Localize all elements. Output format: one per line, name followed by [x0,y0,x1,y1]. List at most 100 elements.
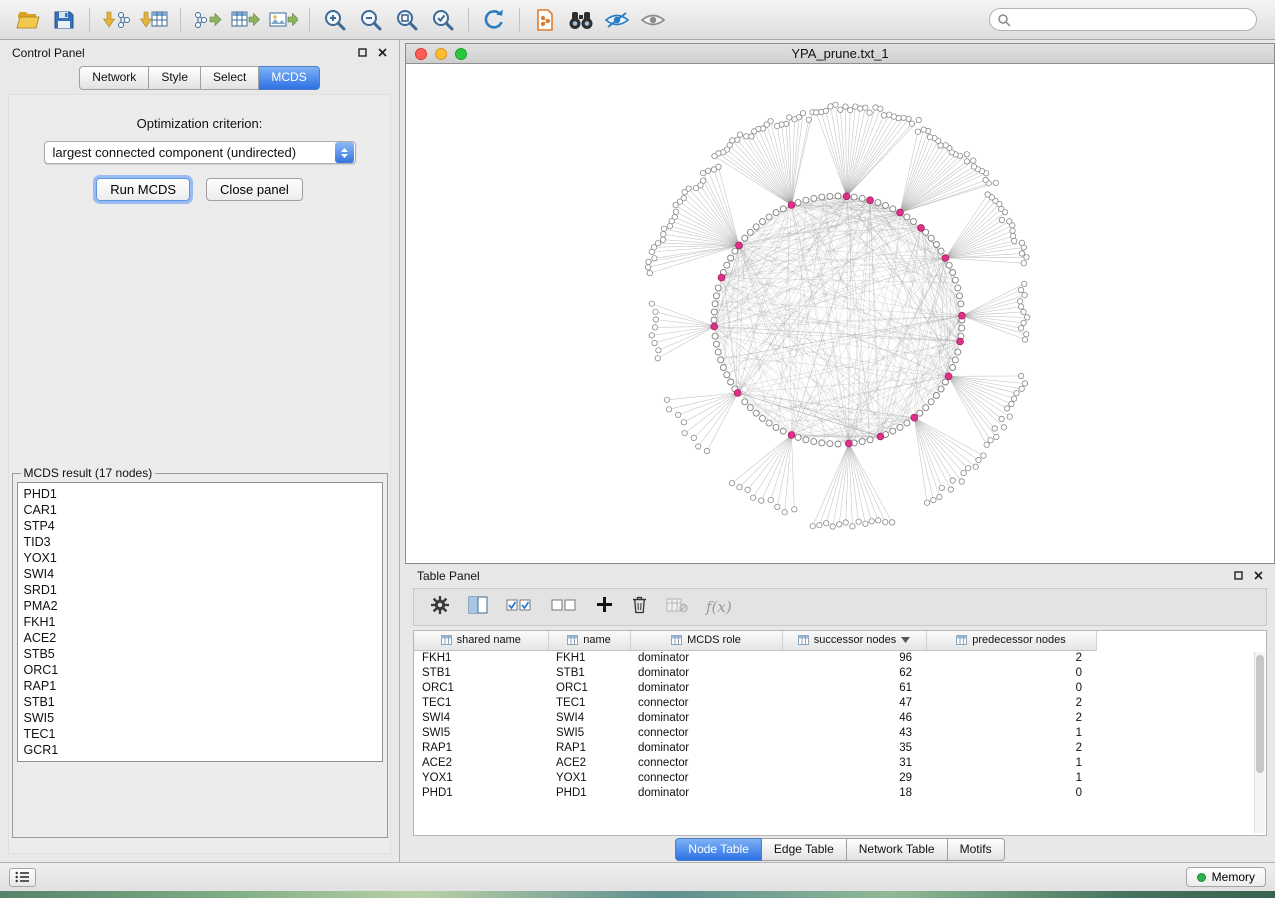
run-mcds-button[interactable]: Run MCDS [96,178,190,201]
network-window-title: YPA_prune.txt_1 [406,46,1274,61]
mcds-result-item[interactable]: RAP1 [24,678,376,694]
table-tab-node-table[interactable]: Node Table [675,838,762,861]
share-document-icon[interactable] [527,5,563,35]
show-details-icon[interactable] [635,5,671,35]
mcds-result-item[interactable]: SRD1 [24,582,376,598]
close-panel-icon[interactable] [378,46,387,60]
mcds-result-item[interactable]: STB5 [24,646,376,662]
export-table-icon[interactable] [226,5,264,35]
table-row[interactable]: TEC1TEC1connector472 [414,695,1096,710]
column-layout-icon[interactable] [468,596,488,619]
table-row[interactable]: SWI5SWI5connector431 [414,725,1096,740]
zoom-fit-icon[interactable] [389,5,425,35]
import-table-icon[interactable] [135,5,173,35]
tab-mcds[interactable]: MCDS [259,66,319,90]
tab-style[interactable]: Style [149,66,201,90]
function-builder-label[interactable]: f(x) [706,598,732,616]
table-tab-edge-table[interactable]: Edge Table [762,838,847,861]
table-row[interactable]: FKH1FKH1dominator962 [414,650,1096,665]
add-column-icon[interactable] [596,596,613,618]
mcds-result-item[interactable]: YOX1 [24,550,376,566]
table-tab-network-table[interactable]: Network Table [847,838,948,861]
search-input[interactable] [989,8,1257,31]
column-type-icon [441,635,452,645]
mcds-result-item[interactable]: SWI4 [24,566,376,582]
status-bar: Memory [0,862,1275,891]
table-row[interactable]: STB1STB1dominator620 [414,665,1096,680]
mcds-result-item[interactable]: ACE2 [24,630,376,646]
table-row[interactable]: PHD1PHD1dominator180 [414,785,1096,800]
search-field-wrap [989,8,1257,31]
mcds-result-item[interactable]: ORC1 [24,662,376,678]
memory-button[interactable]: Memory [1186,867,1266,887]
mcds-result-item[interactable]: GCR1 [24,742,376,758]
table-row[interactable]: ORC1ORC1dominator610 [414,680,1096,695]
network-window-titlebar[interactable]: YPA_prune.txt_1 [406,44,1274,64]
column-type-icon [567,635,578,645]
mcds-result-list[interactable]: PHD1CAR1STP4TID3YOX1SWI4SRD1PMA2FKH1ACE2… [17,482,383,762]
main-toolbar [0,0,1275,40]
mcds-result-item[interactable]: TEC1 [24,726,376,742]
table-tab-motifs[interactable]: Motifs [948,838,1005,861]
column-header-predecessor-nodes[interactable]: predecessor nodes [926,631,1096,650]
search-icon [997,13,1011,32]
mcds-result-item[interactable]: STB1 [24,694,376,710]
export-network-icon[interactable] [188,5,226,35]
save-icon[interactable] [46,5,82,35]
control-panel: Control Panel NetworkStyleSelectMCDS Opt… [0,40,400,862]
mcds-result-item[interactable]: PHD1 [24,486,376,502]
network-graph[interactable] [406,64,1274,563]
memory-label: Memory [1212,870,1255,884]
memory-status-dot [1197,873,1206,882]
column-header-name[interactable]: name [548,631,630,650]
mcds-result-item[interactable]: TID3 [24,534,376,550]
column-header-successor-nodes[interactable]: successor nodes [782,631,926,650]
hide-details-icon[interactable] [599,5,635,35]
window-maximize-button[interactable] [455,48,467,60]
tab-network[interactable]: Network [79,66,149,90]
close-panel-button[interactable]: Close panel [206,178,303,201]
open-file-icon[interactable] [10,5,46,35]
table-scrollbar[interactable] [1254,652,1265,833]
mcds-result-item[interactable]: SWI5 [24,710,376,726]
tab-select[interactable]: Select [201,66,259,90]
mcds-result-item[interactable]: CAR1 [24,502,376,518]
task-history-button[interactable] [9,868,36,887]
criterion-dropdown[interactable]: largest connected component (undirected) [44,141,356,164]
window-minimize-button[interactable] [435,48,447,60]
toolbar-separator [89,8,90,32]
table-row[interactable]: YOX1YOX1connector291 [414,770,1096,785]
delete-column-icon[interactable] [631,595,648,619]
zoom-in-icon[interactable] [317,5,353,35]
node-table-container: shared namenameMCDS rolesuccessor nodesp… [413,630,1267,836]
control-panel-header: Control Panel [0,40,399,66]
export-image-icon[interactable] [264,5,302,35]
zoom-out-icon[interactable] [353,5,389,35]
mcds-result-item[interactable]: PMA2 [24,598,376,614]
network-canvas[interactable] [406,64,1274,563]
refresh-icon[interactable] [476,5,512,35]
deselect-all-checkboxes-icon[interactable] [551,597,578,618]
table-row[interactable]: ACE2ACE2connector311 [414,755,1096,770]
import-network-icon[interactable] [97,5,135,35]
binoculars-search-icon[interactable] [563,5,599,35]
zoom-selected-icon[interactable] [425,5,461,35]
column-header-mcds-role[interactable]: MCDS role [630,631,782,650]
control-panel-tabs: NetworkStyleSelectMCDS [0,66,399,90]
table-row[interactable]: RAP1RAP1dominator352 [414,740,1096,755]
window-close-button[interactable] [415,48,427,60]
close-table-panel-icon[interactable] [1254,569,1263,583]
settings-gear-icon[interactable] [430,595,450,620]
float-table-panel-icon[interactable] [1234,569,1243,583]
mcds-result-item[interactable]: FKH1 [24,614,376,630]
network-window: YPA_prune.txt_1 [405,43,1275,564]
app: Control Panel NetworkStyleSelectMCDS Opt… [0,0,1275,898]
mcds-result-box: MCDS result (17 nodes) PHD1CAR1STP4TID3Y… [12,466,388,838]
toolbar-separator [309,8,310,32]
column-header-shared-name[interactable]: shared name [414,631,548,650]
table-row[interactable]: SWI4SWI4dominator462 [414,710,1096,725]
float-panel-icon[interactable] [358,46,367,60]
mcds-result-item[interactable]: STP4 [24,518,376,534]
table-scrollbar-thumb[interactable] [1256,655,1264,773]
select-all-checkboxes-icon[interactable] [506,597,533,618]
